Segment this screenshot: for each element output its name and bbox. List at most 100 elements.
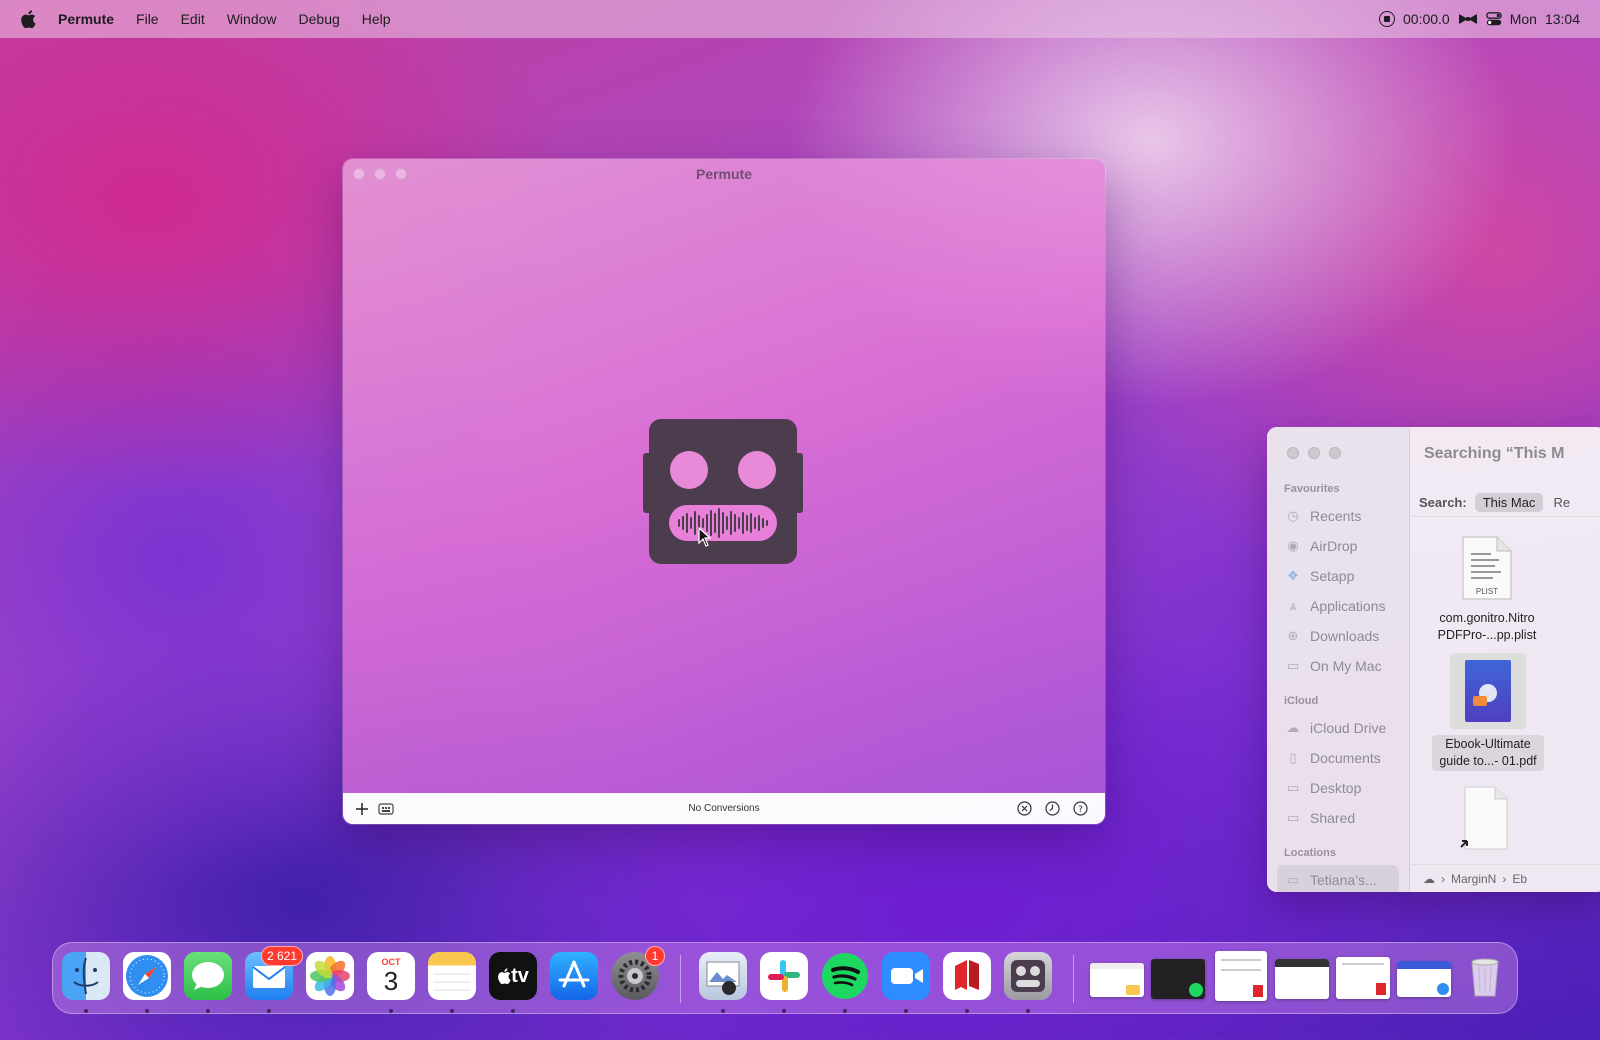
setapp-icon: ❖	[1287, 568, 1299, 583]
finder-zoom-button[interactable]	[1329, 447, 1341, 459]
bowtie-icon[interactable]	[1458, 13, 1478, 25]
file-name-line1: com.gonitro.Nitro	[1439, 610, 1535, 625]
sidebar-item-setapp[interactable]: ❖ Setapp	[1267, 561, 1409, 591]
sidebar-label: Applications	[1310, 598, 1386, 614]
help-icon[interactable]: ?	[1071, 800, 1089, 818]
app-store-icon[interactable]	[550, 952, 598, 1000]
apple-tv-icon[interactable]: tv	[489, 952, 537, 1000]
path-item[interactable]: Eb	[1512, 872, 1527, 886]
file-name-line1: Ebook-Ultimate	[1445, 737, 1531, 751]
icloud-heading: iCloud	[1284, 695, 1319, 707]
finder-minimize-button[interactable]	[1308, 447, 1320, 459]
screen-record-icon[interactable]	[1379, 11, 1395, 27]
sidebar-item-this-mac[interactable]: ▭ Tetiana’s...	[1277, 865, 1399, 892]
shared-folder-icon: ▭	[1286, 810, 1300, 825]
history-icon[interactable]	[1043, 800, 1061, 818]
sidebar-item-recents[interactable]: ◷ Recents	[1267, 501, 1409, 531]
file-name-line2: PDFPro-...pp.plist	[1437, 627, 1537, 642]
permute-robot-icon	[643, 419, 803, 564]
mail-icon[interactable]: 2 621	[245, 946, 303, 1000]
notes-icon[interactable]	[428, 952, 476, 1000]
path-separator-icon: ›	[1441, 871, 1445, 886]
minimized-window[interactable]	[1397, 961, 1451, 997]
scope-this-mac-button[interactable]: This Mac	[1474, 493, 1544, 512]
sidebar-item-desktop[interactable]: ▭ Desktop	[1267, 773, 1409, 803]
zoom-icon[interactable]	[882, 952, 930, 1000]
calendar-icon[interactable]: OCT 3	[367, 952, 415, 1000]
running-indicator	[267, 1009, 271, 1013]
menu-bar: Permute File Edit Window Debug Help 00:0…	[0, 0, 1600, 38]
path-bar: ☁ › MarginN › Eb	[1411, 864, 1600, 892]
file-item[interactable]: PLIST com.gonitro.Nitro PDFPro-...pp.pli…	[1427, 535, 1547, 644]
running-indicator	[511, 1009, 515, 1013]
file-name-highlight: Ebook-Ultimate guide to...- 01.pdf	[1432, 735, 1544, 771]
search-scope-label: Search:	[1419, 495, 1467, 510]
sidebar-item-downloads[interactable]: ⊕ Downloads	[1267, 621, 1409, 651]
control-center-icon[interactable]	[1485, 12, 1502, 26]
add-icon[interactable]	[353, 800, 371, 818]
download-icon: ⊕	[1287, 628, 1299, 643]
minimized-window[interactable]	[1090, 963, 1144, 997]
minimized-window[interactable]	[1336, 957, 1390, 999]
system-settings-icon[interactable]: 1	[611, 946, 665, 1000]
dock-separator	[680, 955, 681, 1003]
nitro-pdf-icon[interactable]	[943, 952, 991, 1000]
sidebar-label: Tetiana’s...	[1310, 872, 1377, 888]
clear-icon[interactable]	[1015, 800, 1033, 818]
finder-close-button[interactable]	[1287, 447, 1299, 459]
menu-debug[interactable]: Debug	[299, 11, 340, 27]
trash-icon[interactable]	[1461, 952, 1509, 1000]
running-indicator	[721, 1009, 725, 1013]
favourites-heading: Favourites	[1284, 483, 1340, 495]
menu-file[interactable]: File	[136, 11, 159, 27]
permute-titlebar[interactable]: Permute	[343, 159, 1105, 189]
file-item-selected[interactable]: Ebook-Ultimate guide to...- 01.pdf	[1432, 653, 1544, 771]
laptop-icon: ▭	[1286, 872, 1300, 887]
sidebar-item-icloud-drive[interactable]: ☁ iCloud Drive	[1267, 713, 1409, 743]
file-item-alias[interactable]	[1455, 785, 1515, 856]
cloud-path-icon[interactable]: ☁	[1423, 872, 1435, 886]
messages-icon[interactable]	[184, 952, 232, 1000]
running-indicator	[1026, 1009, 1030, 1013]
minimized-window[interactable]	[1151, 959, 1205, 999]
clock-icon: ◷	[1287, 508, 1299, 523]
menu-edit[interactable]: Edit	[181, 11, 205, 27]
sidebar-label: AirDrop	[1310, 538, 1358, 554]
permute-window[interactable]: Permute No Conversions ?	[343, 159, 1105, 824]
minimized-window[interactable]	[1215, 951, 1267, 1001]
tv-label: tv	[511, 964, 529, 987]
settings-badge: 1	[645, 946, 665, 966]
menu-app-name[interactable]: Permute	[58, 11, 114, 27]
running-indicator	[450, 1009, 454, 1013]
path-item[interactable]: MarginN	[1451, 872, 1496, 886]
sidebar-item-applications[interactable]: ⩓ Applications	[1267, 591, 1409, 621]
sidebar-label: On My Mac	[1310, 658, 1382, 674]
clock-time[interactable]: 13:04	[1545, 11, 1580, 27]
running-indicator	[843, 1009, 847, 1013]
slack-icon[interactable]	[760, 952, 808, 1000]
scope-other-button[interactable]: Re	[1553, 495, 1570, 510]
sidebar-item-airdrop[interactable]: ◉ AirDrop	[1267, 531, 1409, 561]
sidebar-item-shared[interactable]: ▭ Shared	[1267, 803, 1409, 833]
photos-icon[interactable]	[306, 952, 354, 1000]
spotify-icon[interactable]	[821, 952, 869, 1000]
menu-window[interactable]: Window	[227, 11, 277, 27]
calendar-day: 3	[383, 966, 399, 996]
sidebar-label: Shared	[1310, 810, 1356, 826]
search-scope-bar: Search: This Mac Re	[1411, 489, 1600, 517]
permute-icon[interactable]	[1004, 952, 1052, 1000]
menu-help[interactable]: Help	[362, 11, 391, 27]
safari-icon[interactable]	[123, 952, 171, 1000]
dock-separator	[1073, 955, 1074, 1003]
document-file-icon	[1460, 786, 1508, 850]
finder-window[interactable]: Favourites ◷ Recents ◉ AirDrop ❖ Setapp ⩓ Ap…	[1267, 427, 1600, 892]
presets-icon[interactable]	[377, 800, 395, 818]
preview-icon[interactable]	[699, 952, 747, 1000]
finder-icon[interactable]	[62, 952, 110, 1000]
running-indicator	[782, 1009, 786, 1013]
running-indicator	[389, 1009, 393, 1013]
sidebar-item-documents[interactable]: ▯ Documents	[1267, 743, 1409, 773]
sidebar-item-on-my-mac[interactable]: ▭ On My Mac	[1267, 651, 1409, 681]
apple-icon[interactable]	[20, 10, 36, 28]
minimized-window[interactable]	[1275, 959, 1329, 999]
